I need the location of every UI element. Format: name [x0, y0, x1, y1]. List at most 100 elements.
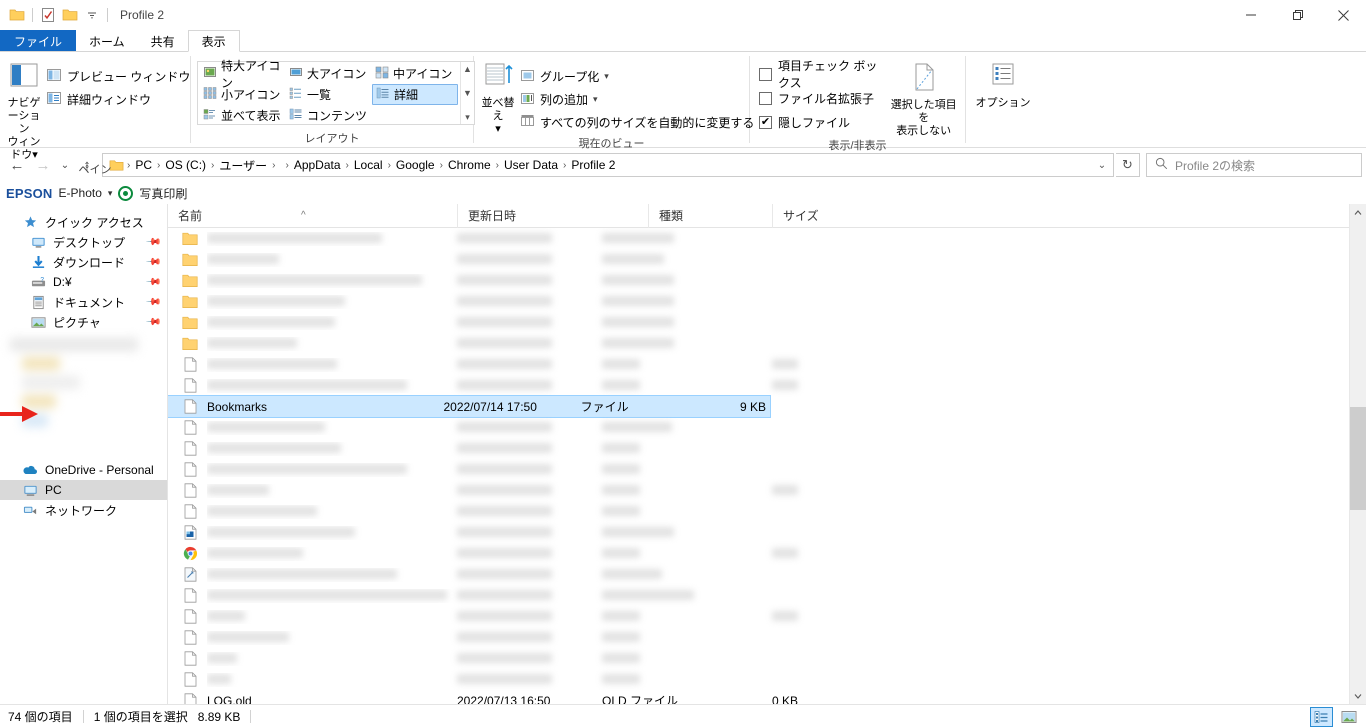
sidebar-item-pictures[interactable]: ピクチャ 📌 [0, 312, 167, 332]
layout-tiles[interactable]: 並べて表示 [200, 105, 286, 126]
pin-icon[interactable]: 📌 [144, 274, 161, 291]
table-row[interactable] [168, 312, 1349, 333]
options-button[interactable]: オプション [972, 57, 1034, 110]
sidebar-item-quick-access[interactable]: クイック アクセス [0, 212, 167, 232]
table-row[interactable] [168, 333, 1349, 354]
table-row[interactable] [168, 606, 1349, 627]
column-header-name[interactable]: 名前 ^ [168, 204, 457, 228]
customize-caret-icon[interactable] [81, 0, 103, 30]
hide-selected-items-button[interactable]: 選択した項目を 表示しない [888, 57, 959, 138]
sort-by-button[interactable]: 並べ替え ▾ [480, 57, 516, 136]
table-row[interactable]: LOG.old 2022/07/13 16:50 OLD ファイル 0 KB [168, 690, 1349, 704]
chevron-down-icon[interactable]: ▾ [108, 188, 113, 199]
sidebar-item-desktop[interactable]: デスクトップ 📌 [0, 232, 167, 252]
file-name-extensions-option[interactable]: ✔ ファイル名拡張子 [756, 86, 880, 110]
gallery-scroll-up-icon[interactable]: ▲ [463, 64, 472, 74]
column-header-type[interactable]: 種類 [648, 203, 772, 228]
table-row[interactable] [168, 459, 1349, 480]
breadcrumb-user-data[interactable]: User Data [500, 158, 562, 172]
table-row[interactable] [168, 585, 1349, 606]
sidebar-item-downloads[interactable]: ダウンロード 📌 [0, 252, 167, 272]
table-row[interactable] [168, 438, 1349, 459]
table-row[interactable]: Bookmarks 2022/07/14 17:50 ファイル 9 KB [168, 395, 771, 418]
refresh-button[interactable]: ↻ [1116, 153, 1140, 177]
scrollbar-track[interactable] [1349, 221, 1366, 687]
item-check-boxes-option[interactable]: ✔ 項目チェック ボックス [756, 59, 880, 90]
chevron-down-icon[interactable]: ▾ [32, 149, 38, 161]
properties-icon[interactable] [37, 0, 59, 30]
layout-extra-large-icons[interactable]: 特大アイコン [200, 59, 286, 90]
table-row[interactable] [168, 228, 1349, 249]
new-folder-icon[interactable] [59, 0, 81, 30]
epson-ephoto-button[interactable]: E-Photo [59, 186, 102, 200]
gallery-more-icon[interactable]: ▾ [465, 112, 470, 122]
minimize-icon[interactable] [1228, 0, 1274, 30]
layout-large-icons[interactable]: 大アイコン [286, 63, 372, 84]
add-columns-button[interactable]: 列の追加 ▾ [516, 88, 758, 111]
chevron-down-icon[interactable]: ▾ [604, 71, 609, 82]
table-row[interactable] [168, 354, 1349, 375]
table-row[interactable] [168, 627, 1349, 648]
tab-share[interactable]: 共有 [138, 30, 188, 52]
tab-view[interactable]: 表示 [187, 30, 240, 52]
layout-content[interactable]: コンテンツ [286, 105, 372, 126]
close-icon[interactable] [1320, 0, 1366, 30]
breadcrumb-google[interactable]: Google [392, 158, 439, 172]
gallery-scroll[interactable]: ▲ ▼ ▾ [460, 62, 474, 124]
table-row[interactable] [168, 270, 1349, 291]
table-row[interactable] [168, 543, 1349, 564]
epson-photo-print-button[interactable]: 写真印刷 [139, 185, 187, 202]
details-pane-button[interactable]: 詳細ウィンドウ [42, 88, 194, 111]
sidebar-item-network[interactable]: ネットワーク [0, 500, 167, 520]
table-row[interactable] [168, 669, 1349, 690]
chevron-down-icon[interactable]: ▾ [593, 94, 598, 105]
details-view-button[interactable] [1310, 706, 1333, 727]
column-header-size[interactable]: サイズ [772, 203, 852, 228]
size-all-columns-button[interactable]: すべての列のサイズを自動的に変更する [516, 111, 758, 134]
breadcrumb-users[interactable]: ユーザー [215, 157, 271, 174]
layout-medium-icons[interactable]: 中アイコン [372, 63, 458, 84]
table-row[interactable] [168, 249, 1349, 270]
sidebar-item-pc[interactable]: PC [0, 480, 167, 500]
checkbox[interactable]: ✔ [759, 91, 772, 105]
scroll-up-icon[interactable] [1350, 204, 1366, 221]
hidden-items-option[interactable]: ✔ 隠しファイル [756, 110, 880, 134]
pin-icon[interactable]: 📌 [144, 234, 161, 251]
breadcrumb-chrome[interactable]: Chrome [444, 158, 495, 172]
layout-details[interactable]: 詳細 [372, 84, 458, 105]
table-row[interactable] [168, 417, 1349, 438]
table-row[interactable] [168, 375, 1349, 396]
scroll-down-icon[interactable] [1350, 687, 1366, 704]
vertical-scrollbar[interactable] [1349, 204, 1366, 704]
maximize-icon[interactable] [1274, 0, 1320, 30]
search-input[interactable]: Profile 2の検索 [1175, 157, 1255, 174]
pin-icon[interactable]: 📌 [144, 294, 161, 311]
breadcrumb-appdata[interactable]: AppData [290, 158, 345, 172]
table-row[interactable] [168, 522, 1349, 543]
table-row[interactable] [168, 291, 1349, 312]
checkbox[interactable]: ✔ [759, 67, 772, 81]
tab-file[interactable]: ファイル [0, 30, 77, 52]
search-box[interactable]: Profile 2の検索 [1146, 153, 1362, 177]
navigation-pane-button[interactable]: ナビゲーション ウィンドウ▾ [6, 57, 42, 162]
folder-icon[interactable] [6, 0, 28, 30]
sidebar-item-onedrive[interactable]: OneDrive - Personal [0, 460, 167, 480]
pin-icon[interactable]: 📌 [144, 314, 161, 331]
group-by-button[interactable]: グループ化 ▾ [516, 65, 758, 88]
breadcrumb-local[interactable]: Local [350, 158, 387, 172]
pin-icon[interactable]: 📌 [144, 254, 161, 271]
sidebar-item-documents[interactable]: ドキュメント 📌 [0, 292, 167, 312]
table-row[interactable] [168, 501, 1349, 522]
preview-pane-button[interactable]: プレビュー ウィンドウ [42, 65, 194, 88]
checkbox-checked[interactable]: ✔ [759, 115, 772, 129]
chevron-down-icon[interactable]: ▾ [495, 123, 501, 135]
address-box[interactable]: › PC › OS (C:) › ユーザー › › AppData › Loca… [102, 153, 1114, 177]
chevron-down-icon[interactable]: ⌄ [1093, 160, 1111, 171]
gallery-scroll-down-icon[interactable]: ▼ [463, 88, 472, 98]
layout-list[interactable]: 一覧 [286, 84, 372, 105]
large-icons-view-button[interactable] [1337, 707, 1360, 727]
table-row[interactable] [168, 648, 1349, 669]
sidebar-item-d-drive[interactable]: ? D:¥ 📌 [0, 272, 167, 292]
table-row[interactable] [168, 480, 1349, 501]
breadcrumb-profile-2[interactable]: Profile 2 [567, 158, 619, 172]
